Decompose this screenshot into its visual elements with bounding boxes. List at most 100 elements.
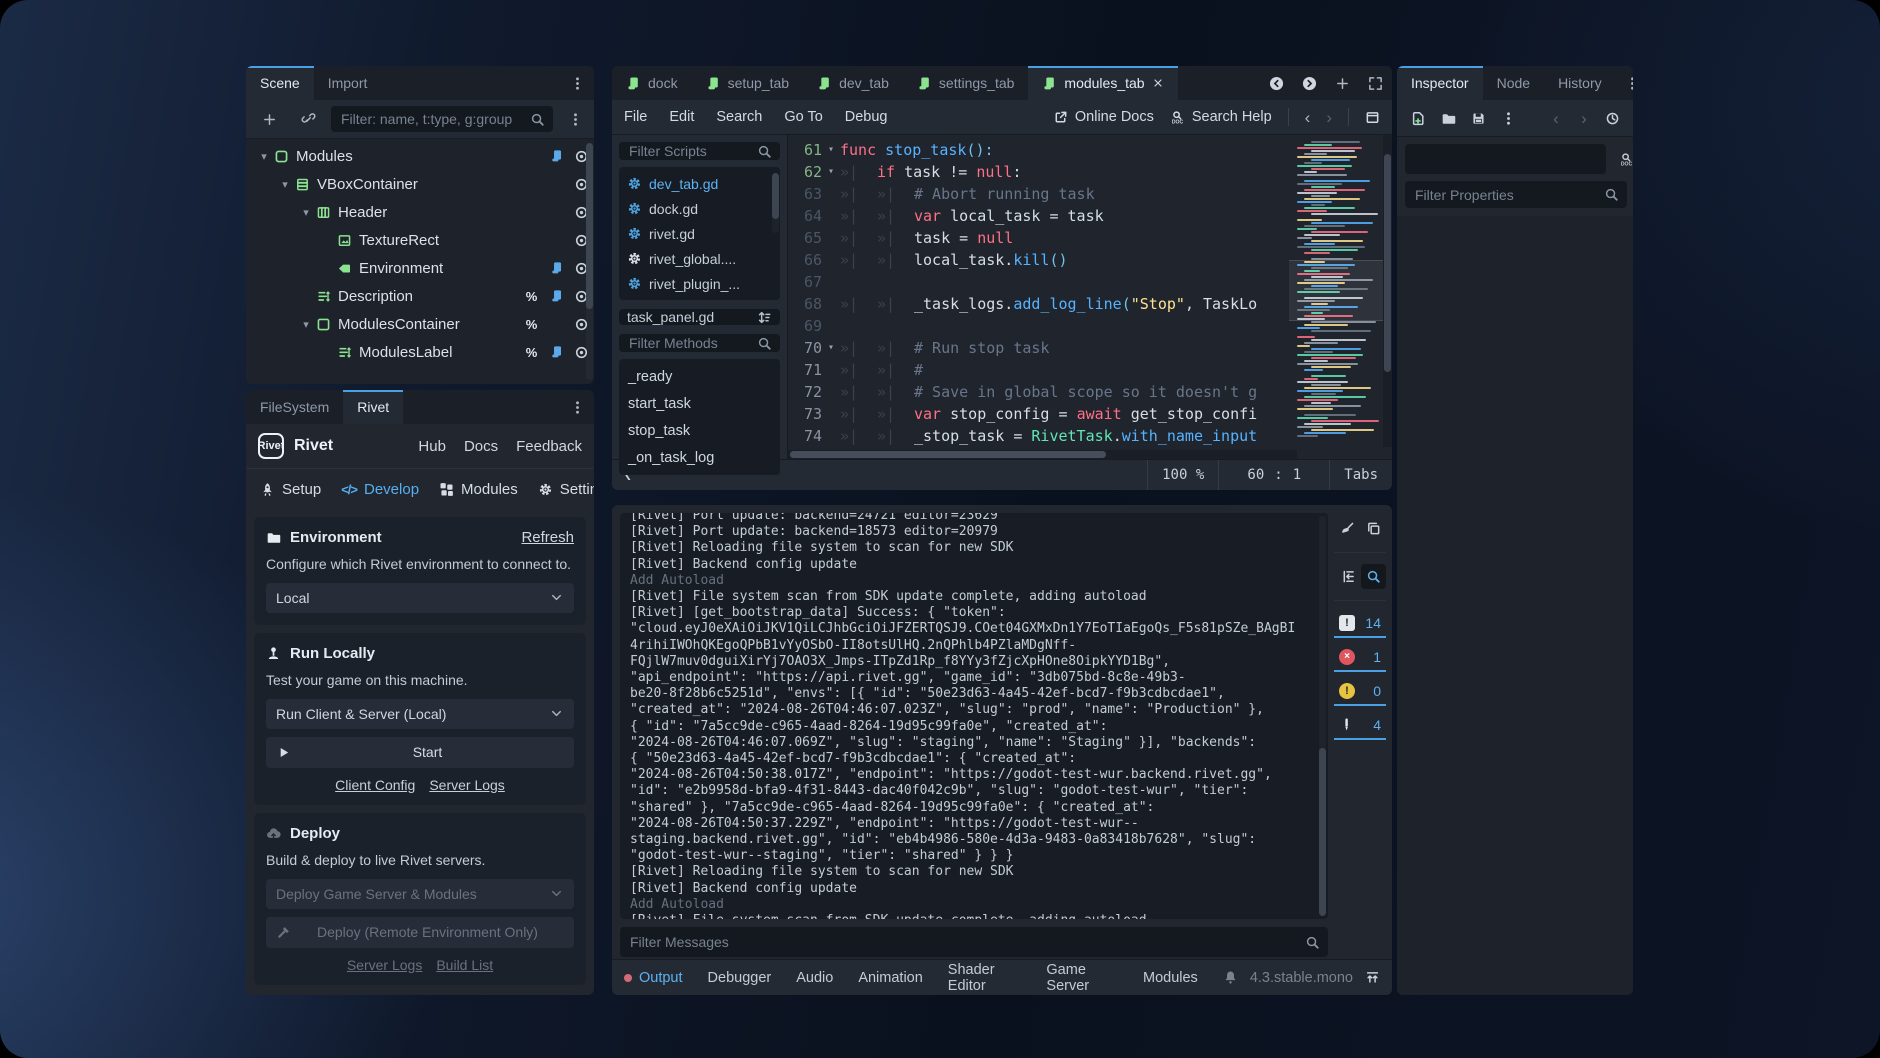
warning-count-badge[interactable]: !0: [1334, 677, 1386, 706]
method-item-_ready[interactable]: _ready: [619, 363, 780, 390]
log-scrollbar[interactable]: [1319, 516, 1326, 916]
script-item-rivet_global....[interactable]: rivet_global....: [619, 246, 780, 271]
menu-file[interactable]: File: [624, 109, 647, 125]
close-icon[interactable]: [1152, 77, 1164, 89]
error-count-badge[interactable]: ×1: [1334, 643, 1386, 672]
menu-search[interactable]: Search: [716, 109, 762, 125]
run-mode-select[interactable]: Run Client & Server (Local): [266, 699, 574, 729]
method-item-_on_task_log[interactable]: _on_task_log: [619, 444, 780, 471]
panel-layout-icon[interactable]: [1365, 110, 1380, 125]
history-icon-button[interactable]: [1599, 105, 1625, 131]
load-resource-button[interactable]: [1435, 105, 1461, 131]
rivet-nav-setup[interactable]: Setup: [260, 481, 321, 498]
filter-messages-input[interactable]: [620, 927, 1328, 957]
scene-tree-scrollbar[interactable]: [586, 143, 593, 380]
tree-row-vboxcontainer[interactable]: ▾VBoxContainer: [246, 170, 594, 198]
tree-row-modulescontainer[interactable]: ▾ModulesContainer%: [246, 310, 594, 338]
collapse-arrow-icon[interactable]: ▾: [256, 150, 272, 163]
tab-filesystem[interactable]: FileSystem: [246, 390, 343, 424]
deploy-link-server-logs[interactable]: Server Logs: [347, 957, 422, 973]
tree-row-texturerect[interactable]: TextureRect: [246, 226, 594, 254]
tab-modules-tab[interactable]: modules_tab: [1028, 66, 1177, 100]
sort-methods-icon[interactable]: [757, 310, 772, 325]
new-resource-button[interactable]: [1405, 105, 1431, 131]
tree-row-moduleslabel[interactable]: ModulesLabel%: [246, 338, 594, 366]
script-item-dock.gd[interactable]: dock.gd: [619, 196, 780, 221]
search-help-button[interactable]: DOCSearch Help: [1170, 109, 1272, 125]
copy-output-button[interactable]: [1361, 516, 1386, 541]
start-button[interactable]: Start: [266, 737, 574, 768]
edit-count-badge[interactable]: 4: [1334, 711, 1386, 740]
tab-history[interactable]: History: [1544, 66, 1616, 100]
dock-menu-button[interactable]: [561, 390, 594, 424]
tree-row-header[interactable]: ▾Header: [246, 198, 594, 226]
fold-arrow-icon[interactable]: ▾: [822, 337, 840, 359]
tree-row-description[interactable]: Description%: [246, 282, 594, 310]
filter-properties-input[interactable]: [1405, 181, 1627, 208]
bottom-tab-audio[interactable]: Audio: [796, 962, 833, 994]
tab-settings-tab[interactable]: settings_tab: [903, 66, 1029, 100]
tab-node[interactable]: Node: [1483, 66, 1544, 100]
collapse-arrow-icon[interactable]: ▾: [298, 318, 314, 331]
indent-mode[interactable]: Tabs: [1329, 460, 1392, 490]
tab-rivet[interactable]: Rivet: [343, 390, 403, 424]
fold-arrow-icon[interactable]: ▾: [822, 139, 840, 161]
message-count-badge[interactable]: !14: [1334, 609, 1386, 638]
add-node-button[interactable]: [253, 112, 286, 127]
open-docs-button[interactable]: DOC: [1612, 146, 1633, 173]
fold-arrow-icon[interactable]: ▾: [822, 161, 840, 183]
expand-bottom-panel-icon[interactable]: [1365, 970, 1380, 985]
script-item-dev_tab.gd[interactable]: dev_tab.gd: [619, 171, 780, 196]
script-badge[interactable]: [544, 149, 569, 163]
prev-script-button[interactable]: [1260, 66, 1293, 100]
scene-filter-field[interactable]: [339, 110, 524, 128]
method-item-start_task[interactable]: start_task: [619, 390, 780, 417]
bottom-tab-debugger[interactable]: Debugger: [708, 962, 772, 994]
scene-toolbar-menu-button[interactable]: [559, 112, 592, 127]
history-forward-button[interactable]: ›: [1326, 109, 1332, 126]
minimap-viewport[interactable]: [1289, 260, 1383, 321]
unique-name-badge[interactable]: %: [519, 289, 544, 304]
script-badge[interactable]: [544, 261, 569, 275]
clear-output-button[interactable]: [1335, 516, 1360, 541]
bell-icon[interactable]: [1223, 970, 1238, 985]
deploy-button[interactable]: Deploy (Remote Environment Only): [266, 917, 574, 948]
environment-select[interactable]: Local: [266, 583, 574, 613]
tab-scene[interactable]: Scene: [246, 66, 314, 100]
bottom-tab-animation[interactable]: Animation: [858, 962, 922, 994]
rivet-link-docs[interactable]: Docs: [464, 438, 498, 455]
rivet-nav-develop[interactable]: </>Develop: [341, 481, 419, 498]
deploy-link-build-list[interactable]: Build List: [436, 957, 493, 973]
save-resource-button[interactable]: [1465, 105, 1491, 131]
tab-dock[interactable]: dock: [612, 66, 692, 100]
unique-name-badge[interactable]: %: [519, 345, 544, 360]
tab-dev-tab[interactable]: dev_tab: [803, 66, 903, 100]
deploy-target-select[interactable]: Deploy Game Server & Modules: [266, 879, 574, 909]
collapse-arrow-icon[interactable]: ▾: [277, 178, 293, 191]
history-back-button[interactable]: ‹: [1305, 109, 1311, 126]
filter-methods-input[interactable]: [619, 334, 780, 352]
caret-position[interactable]: 60:1: [1218, 460, 1329, 490]
menu-go-to[interactable]: Go To: [784, 109, 822, 125]
bottom-tab-modules[interactable]: Modules: [1143, 962, 1198, 994]
bottom-tab-shader-editor[interactable]: Shader Editor: [948, 962, 1022, 994]
code-horizontal-scrollbar[interactable]: [788, 450, 1297, 459]
collapse-arrow-icon[interactable]: ▾: [298, 206, 314, 219]
rivet-link-feedback[interactable]: Feedback: [516, 438, 582, 455]
resource-name-field[interactable]: [1405, 144, 1606, 174]
online-docs-button[interactable]: Online Docs: [1053, 109, 1154, 125]
code-vertical-scrollbar[interactable]: [1383, 135, 1392, 447]
filter-scripts-input[interactable]: [619, 142, 780, 160]
unique-name-badge[interactable]: %: [519, 317, 544, 332]
run-link-client-config[interactable]: Client Config: [335, 777, 415, 793]
search-log-button[interactable]: [1361, 564, 1386, 589]
collapse-log-button[interactable]: [1335, 564, 1360, 589]
code-editor[interactable]: 61▾func stop_task():62▾»|if task != null…: [788, 135, 1392, 459]
script-item-rivet.gd[interactable]: rivet.gd: [619, 221, 780, 246]
inspector-forward-button[interactable]: ›: [1571, 105, 1597, 131]
rivet-link-hub[interactable]: Hub: [418, 438, 446, 455]
menu-debug[interactable]: Debug: [845, 109, 888, 125]
fullscreen-button[interactable]: [1359, 66, 1392, 100]
tab-setup-tab[interactable]: setup_tab: [692, 66, 804, 100]
code-minimap[interactable]: [1289, 135, 1383, 447]
